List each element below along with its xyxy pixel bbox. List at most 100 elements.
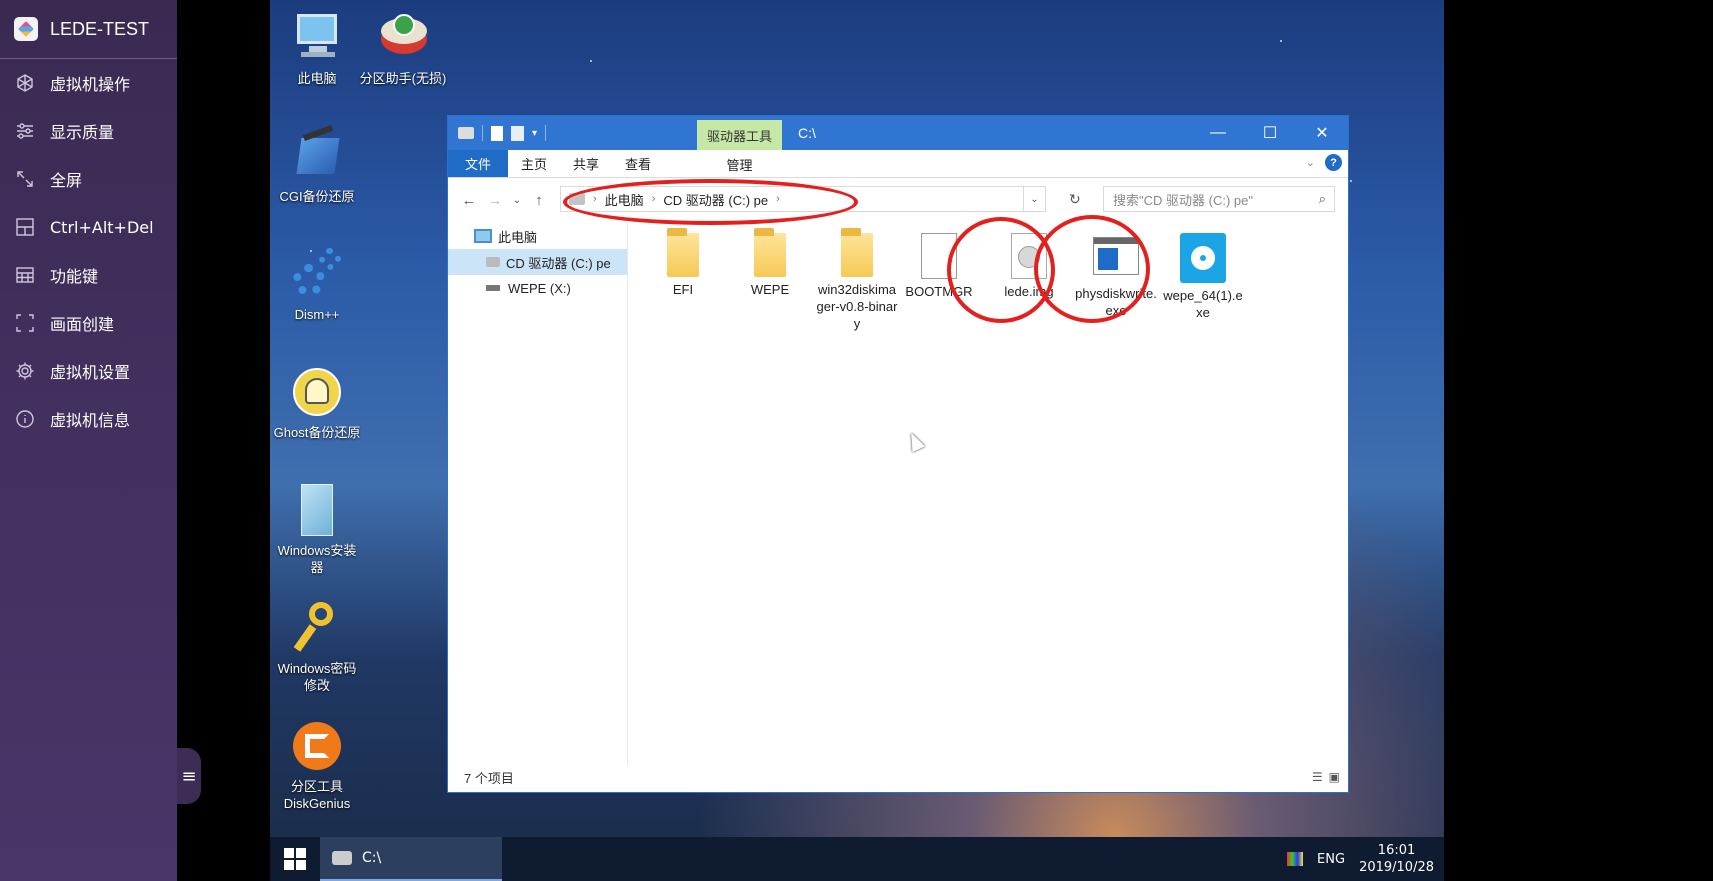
file-item-efi[interactable]: EFI [642,228,724,298]
drive-tools-context-tab: 驱动器工具 [697,120,782,150]
document-icon [921,233,957,279]
sidebar-toggle-button[interactable]: ≡ [177,748,201,804]
menu-ctrl-alt-del[interactable]: Ctrl+Alt+Del [0,203,177,251]
menu-label: 虚拟机操作 [50,75,131,94]
menu-vm-operations[interactable]: 虚拟机操作 [0,59,177,107]
desktop-icon-label: 此电脑 [297,71,337,86]
expand-ribbon-chevron-icon[interactable]: ⌄ [1306,156,1315,169]
navigation-pane: 此电脑 CD 驱动器 (C:) pe WEPE (X:) [448,223,628,765]
address-dropdown-button[interactable]: ⌄ [1024,186,1046,212]
desktop-icon-password-tool[interactable]: Windows密码修改 [273,600,361,694]
properties-icon[interactable] [491,125,503,141]
desktop-icon-dism[interactable]: Dism++ [273,246,361,323]
folder-icon [841,228,873,277]
clock-date: 2019/10/28 [1359,860,1434,875]
details-view-icon[interactable]: ☰ [1312,770,1323,784]
back-button[interactable]: ← [456,192,482,209]
taskbar-item-explorer[interactable]: C:\ [320,837,502,881]
input-language[interactable]: ENG [1317,852,1345,867]
tab-share[interactable]: 共享 [560,150,612,177]
file-item-lede-img[interactable]: lede.img [988,233,1070,300]
refresh-button[interactable]: ↻ [1069,191,1081,208]
quick-access-toolbar: ▾ [448,125,547,141]
close-button[interactable]: ✕ [1296,116,1348,150]
desktop-icon-label: 分区助手(无损) [359,71,447,86]
forward-button[interactable]: → [482,192,508,209]
screenshot-icon [14,312,36,334]
sliders-icon [14,120,36,142]
app-logo-icon [14,17,38,41]
large-icons-view-icon[interactable]: ▣ [1329,770,1340,784]
file-item-bootmgr[interactable]: BOOTMGR [903,233,975,300]
window-titlebar[interactable]: ▾ 驱动器工具 C:\ — ☐ ✕ [448,116,1348,150]
help-icon[interactable]: ? [1325,154,1342,171]
partition-assistant-icon [375,10,431,66]
vm-screen[interactable]: 此电脑 分区助手(无损) CGI备份还原 Dism++ Ghost备份还原 Wi… [270,0,1444,881]
minimize-button[interactable]: — [1192,116,1244,150]
ghost-icon [289,364,345,420]
file-label: win32diskimager-v0.8-binary [816,282,898,331]
chevron-down-icon[interactable]: ▾ [532,128,537,139]
drive-icon [458,127,474,139]
desktop-icon-partition-assistant[interactable]: 分区助手(无损) [359,10,447,87]
taskbar-item-label: C:\ [362,850,382,866]
file-label: lede.img [1004,284,1054,299]
desktop-icon-diskgenius[interactable]: 分区工具DiskGenius [273,718,361,812]
window-title: C:\ [798,125,816,141]
menu-label: 画面创建 [50,315,115,334]
vm-cube-icon [14,72,36,94]
drive-icon [569,193,585,205]
address-row: ← → ⌄ ↑ › 此电脑 › CD 驱动器 (C:) pe › ⌄ ↻ 搜索"… [448,178,1348,225]
search-input[interactable]: 搜索"CD 驱动器 (C:) pe" ⌕ [1103,186,1335,212]
menu-fullscreen[interactable]: 全屏 [0,155,177,203]
desktop-icon-this-pc[interactable]: 此电脑 [273,10,361,87]
search-placeholder: 搜索"CD 驱动器 (C:) pe" [1113,192,1253,208]
menu-display-quality[interactable]: 显示质量 [0,107,177,155]
file-label: BOOTMGR [905,284,973,299]
clock[interactable]: 16:01 2019/10/28 [1359,842,1434,876]
tab-file[interactable]: 文件 [448,150,509,177]
desktop-icon-windows-installer[interactable]: Windows安装器 [273,482,361,576]
nav-wepe-drive[interactable]: WEPE (X:) [448,275,627,301]
file-item-wepe64[interactable]: wepe_64(1).exe [1162,233,1244,321]
computer-icon [289,10,345,66]
file-label: physdiskwrite.exe [1075,286,1157,318]
color-profile-icon[interactable] [1287,852,1304,866]
desktop-icon-label: Dism++ [294,307,340,322]
desktop-icon-ghost[interactable]: Ghost备份还原 [273,364,361,441]
address-bar[interactable]: › 此电脑 › CD 驱动器 (C:) pe › [560,186,1024,212]
tab-view[interactable]: 查看 [612,150,664,177]
installer-disc-icon [1180,233,1226,283]
clock-time: 16:01 [1377,843,1416,858]
menu-label: Ctrl+Alt+Del [50,217,154,237]
menu-screen-capture[interactable]: 画面创建 [0,299,177,347]
keyboard-combo-icon [14,216,36,238]
maximize-button[interactable]: ☐ [1244,116,1296,150]
tab-home[interactable]: 主页 [508,150,560,177]
breadcrumb-this-pc[interactable]: 此电脑 [605,190,644,209]
breadcrumb-separator-icon: › [651,193,656,205]
recent-locations-chevron-icon[interactable]: ⌄ [508,195,526,206]
menu-function-keys[interactable]: 功能键 [0,251,177,299]
menu-vm-info[interactable]: 虚拟机信息 [0,395,177,443]
desktop-icon-cgi-backup[interactable]: CGI备份还原 [273,125,361,205]
up-button[interactable]: ↑ [526,192,552,209]
vm-control-sidebar: LEDE-TEST 虚拟机操作 显示质量 全屏 Ctrl+Alt+Del 功能键… [0,0,177,881]
menu-label: 功能键 [50,267,99,286]
start-button[interactable] [270,837,320,881]
file-item-win32diskimager[interactable]: win32diskimager-v0.8-binary [816,228,898,332]
file-item-wepe[interactable]: WEPE [729,228,811,298]
new-folder-icon[interactable] [511,125,524,141]
nav-this-pc[interactable]: 此电脑 [448,223,627,249]
breadcrumb-cd-drive[interactable]: CD 驱动器 (C:) pe [663,190,768,209]
vm-name: LEDE-TEST [50,18,150,39]
file-item-physdiskwrite[interactable]: physdiskwrite.exe [1075,233,1157,319]
menu-vm-settings[interactable]: 虚拟机设置 [0,347,177,395]
folder-icon [667,228,699,277]
file-explorer-window[interactable]: ▾ 驱动器工具 C:\ — ☐ ✕ 文件 主页 共享 查看 管理 ⌄ ? ← → [447,115,1349,793]
window-controls: — ☐ ✕ [1192,116,1348,150]
file-list: EFI WEPE win32diskimager-v0.8-binary BOO… [630,215,1348,765]
nav-cd-drive[interactable]: CD 驱动器 (C:) pe [448,249,627,275]
tab-manage[interactable]: 管理 [697,150,782,178]
breadcrumb-separator-icon: › [776,193,780,205]
